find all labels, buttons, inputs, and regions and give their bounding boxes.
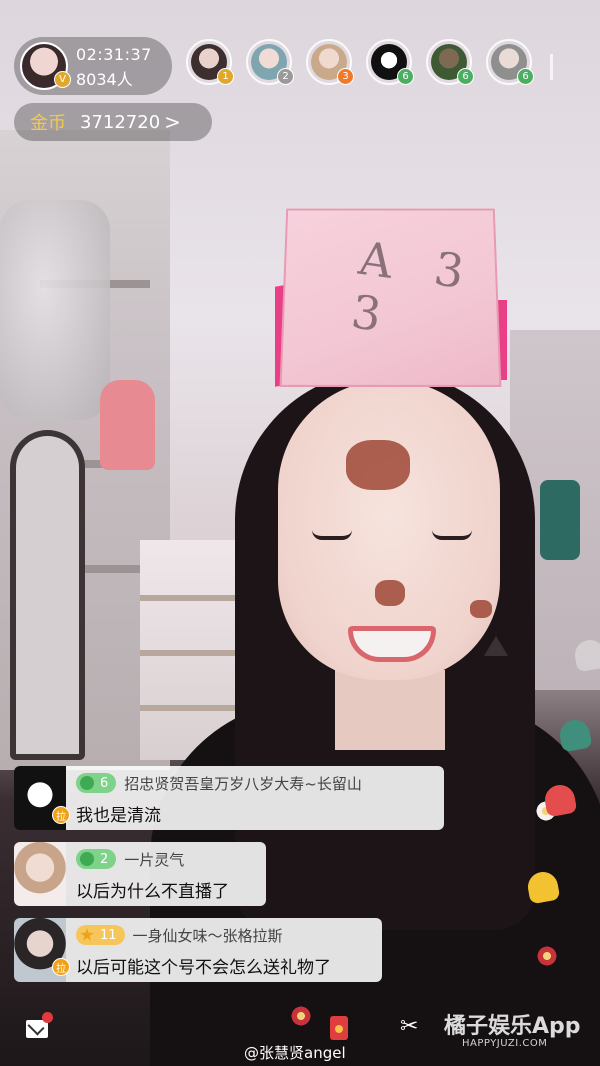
- viewer-avatar[interactable]: 3: [306, 39, 354, 85]
- leaf-icon: [80, 776, 94, 790]
- chat-avatar[interactable]: [14, 842, 66, 906]
- live-duration: 02:31:37: [76, 45, 152, 64]
- viewer-level-badge: 6: [397, 68, 414, 85]
- red-packet-icon[interactable]: [330, 1016, 348, 1040]
- coins-button[interactable]: 金币 3712720 >: [14, 103, 212, 141]
- chat-host-tag: 拉: [52, 806, 70, 824]
- chat-text: 以后可能这个号不会怎么送礼物了: [76, 958, 331, 978]
- watermark-logo: 橘子娱乐App: [444, 1014, 581, 1039]
- chat-level-pill: 2: [76, 849, 117, 869]
- chevron-right-icon: >: [164, 110, 181, 134]
- chat-text: 以后为什么不直播了: [76, 882, 229, 902]
- chat-avatar[interactable]: 拉: [14, 918, 70, 982]
- coins-label: 金币: [30, 113, 66, 134]
- watermark-url: HAPPYJUZI.COM: [462, 1038, 548, 1049]
- viewer-avatar[interactable]: 6: [426, 39, 474, 85]
- standing-mirror: [10, 430, 85, 760]
- viewer-level-badge: 6: [517, 68, 534, 85]
- pink-cloth: [100, 380, 155, 470]
- coins-value: 3712720: [80, 111, 161, 133]
- earring: [484, 636, 508, 656]
- plastic-bag: [0, 200, 110, 420]
- face-paint-mark: [346, 440, 410, 490]
- bottom-toolbar: ✂ @张慧贤angel 橘子娱乐App HAPPYJUZI.COM: [0, 1000, 600, 1066]
- viewer-avatar[interactable]: 6: [486, 39, 534, 85]
- live-video-feed: A 3 3: [0, 0, 600, 1066]
- leaf-icon: [80, 852, 94, 866]
- chat-host-tag: 拉: [52, 958, 70, 976]
- chat-username: 一身仙女味～张格拉斯: [132, 926, 283, 945]
- photo-credit: @张慧贤angel: [244, 1044, 346, 1062]
- host-level-badge: V: [54, 71, 71, 88]
- viewer-level-badge: 2: [277, 68, 294, 85]
- star-icon: [80, 928, 94, 941]
- audience-count: 8034人: [76, 70, 133, 89]
- scissors-icon[interactable]: ✂: [400, 1014, 418, 1039]
- chat-message[interactable]: 拉 6 招忠贤贺吾皇万岁八岁大寿~长留山 我也是清流: [14, 766, 444, 830]
- viewer-avatar[interactable]: 2: [246, 39, 294, 85]
- hanging-cloth: [540, 480, 580, 560]
- notification-dot: [42, 1012, 53, 1023]
- chat-avatar[interactable]: 拉: [14, 766, 70, 830]
- chat-level-pill: 6: [76, 773, 117, 793]
- chat-level-pill: 11: [76, 925, 125, 945]
- viewer-avatar[interactable]: 1: [186, 39, 234, 85]
- host-info-pill[interactable]: V 02:31:37 8034人: [14, 37, 172, 95]
- more-viewers-indicator[interactable]: [550, 54, 558, 80]
- viewer-level-badge: 1: [217, 68, 234, 85]
- chat-message[interactable]: 2 一片灵气 以后为什么不直播了: [14, 842, 266, 906]
- chat-username: 招忠贤贺吾皇万岁八岁大寿~长留山: [124, 774, 362, 793]
- chat-username: 一片灵气: [124, 850, 185, 869]
- chat-text: 我也是清流: [76, 806, 161, 826]
- chat-message[interactable]: 拉 11 一身仙女味～张格拉斯 以后可能这个号不会怎么送礼物了: [14, 918, 382, 982]
- viewer-level-badge: 3: [337, 68, 354, 85]
- viewer-avatar[interactable]: 6: [366, 39, 414, 85]
- hat-text: A 3 3: [348, 230, 482, 344]
- viewer-level-badge: 6: [457, 68, 474, 85]
